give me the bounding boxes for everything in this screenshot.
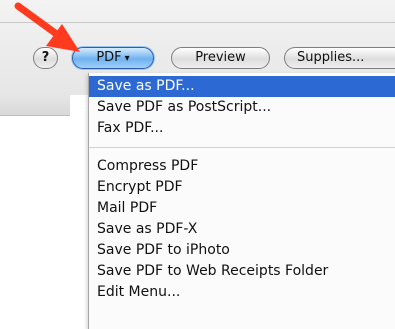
- menu-item-edit-menu[interactable]: Edit Menu...: [89, 282, 395, 303]
- menu-item-save-pdf-as-postscript[interactable]: Save PDF as PostScript...: [89, 97, 395, 118]
- red-arrow-icon: [14, 2, 80, 52]
- menu-item-compress-pdf[interactable]: Compress PDF: [89, 156, 395, 177]
- menu-item-fax-pdf[interactable]: Fax PDF...: [89, 118, 395, 139]
- menu-separator: [89, 147, 395, 148]
- pdf-dropdown-menu: Save as PDF... Save PDF as PostScript...…: [88, 73, 395, 329]
- supplies-button[interactable]: Supplies...: [284, 47, 395, 69]
- chevron-down-icon: ▾: [124, 53, 130, 64]
- menu-item-encrypt-pdf[interactable]: Encrypt PDF: [89, 177, 395, 198]
- pdf-button-label: PDF: [96, 50, 122, 65]
- dialog-edge: [0, 95, 70, 116]
- pdf-menu-button[interactable]: PDF ▾: [72, 47, 154, 69]
- menu-item-save-pdf-to-iphoto[interactable]: Save PDF to iPhoto: [89, 240, 395, 261]
- menu-item-save-pdf-to-web-receipts[interactable]: Save PDF to Web Receipts Folder: [89, 261, 395, 282]
- menu-item-mail-pdf[interactable]: Mail PDF: [89, 198, 395, 219]
- preview-button[interactable]: Preview: [171, 47, 270, 69]
- menu-item-save-as-pdf[interactable]: Save as PDF...: [89, 76, 395, 97]
- menu-item-save-as-pdf-x[interactable]: Save as PDF-X: [89, 219, 395, 240]
